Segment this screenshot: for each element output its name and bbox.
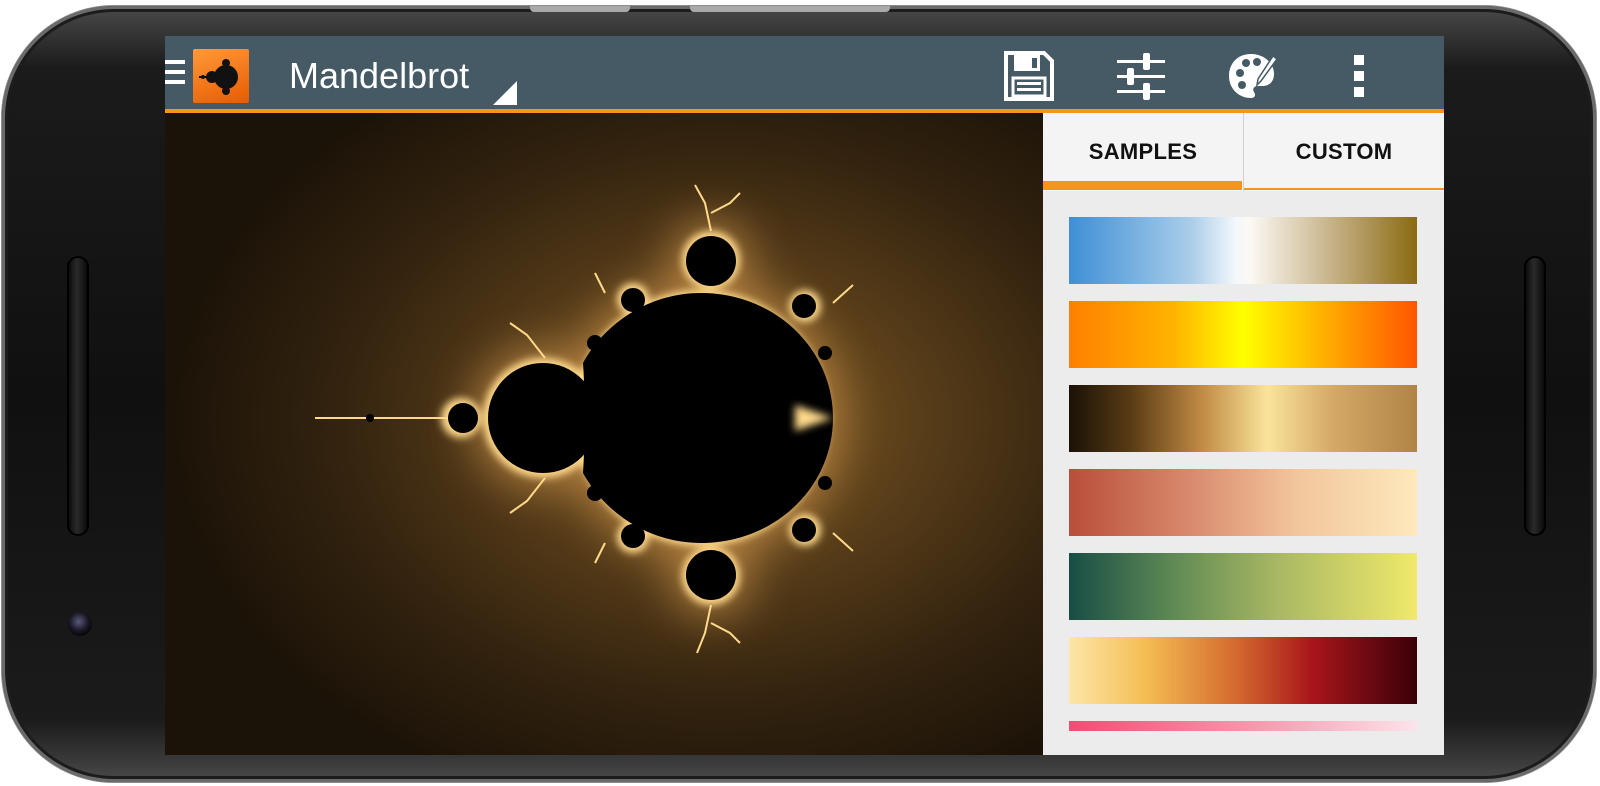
selected-tab-indicator [1043,181,1242,190]
save-icon [1004,51,1054,101]
dropdown-triangle-icon[interactable] [493,81,517,105]
app-logo [193,49,249,103]
app-bar: Mandelbrot [165,36,1444,109]
palette-button[interactable] [1225,48,1281,104]
volume-button [530,6,630,12]
more-vert-icon [1354,55,1364,97]
fractal-canvas[interactable] [165,113,1043,755]
gradient-swatch-blue-gold[interactable] [1069,217,1417,284]
menu-icon[interactable] [165,60,185,90]
gradient-swatch-pink[interactable] [1069,721,1417,731]
settings-button[interactable] [1113,48,1169,104]
front-camera [68,612,92,636]
gradient-swatch-terracotta-cream[interactable] [1069,469,1417,536]
tab-custom[interactable]: CUSTOM [1244,113,1444,191]
gradient-swatch-orange-yellow[interactable] [1069,301,1417,368]
gradient-swatch-green-yellow[interactable] [1069,553,1417,620]
gradient-swatch-cream-red[interactable] [1069,637,1417,704]
more-options-button[interactable] [1331,48,1387,104]
app-screen: Mandelbrot SAMPLES CUSTOM [165,36,1444,755]
palette-icon [1229,54,1279,98]
mandelbrot-set-image [165,113,1043,755]
save-button[interactable] [1001,48,1057,104]
mandelbrot-logo-icon [199,59,238,95]
palette-tabs: SAMPLES CUSTOM [1043,113,1444,191]
palette-panel: SAMPLES CUSTOM [1043,113,1444,755]
gradient-swatch-gold[interactable] [1069,385,1417,452]
tune-icon [1117,53,1165,100]
speaker-grille-left [67,256,89,536]
power-button [690,6,890,12]
tab-baseline [1244,188,1444,190]
speaker-grille-right [1524,256,1546,536]
fractal-type-title[interactable]: Mandelbrot [289,54,469,98]
tab-samples[interactable]: SAMPLES [1043,113,1243,191]
